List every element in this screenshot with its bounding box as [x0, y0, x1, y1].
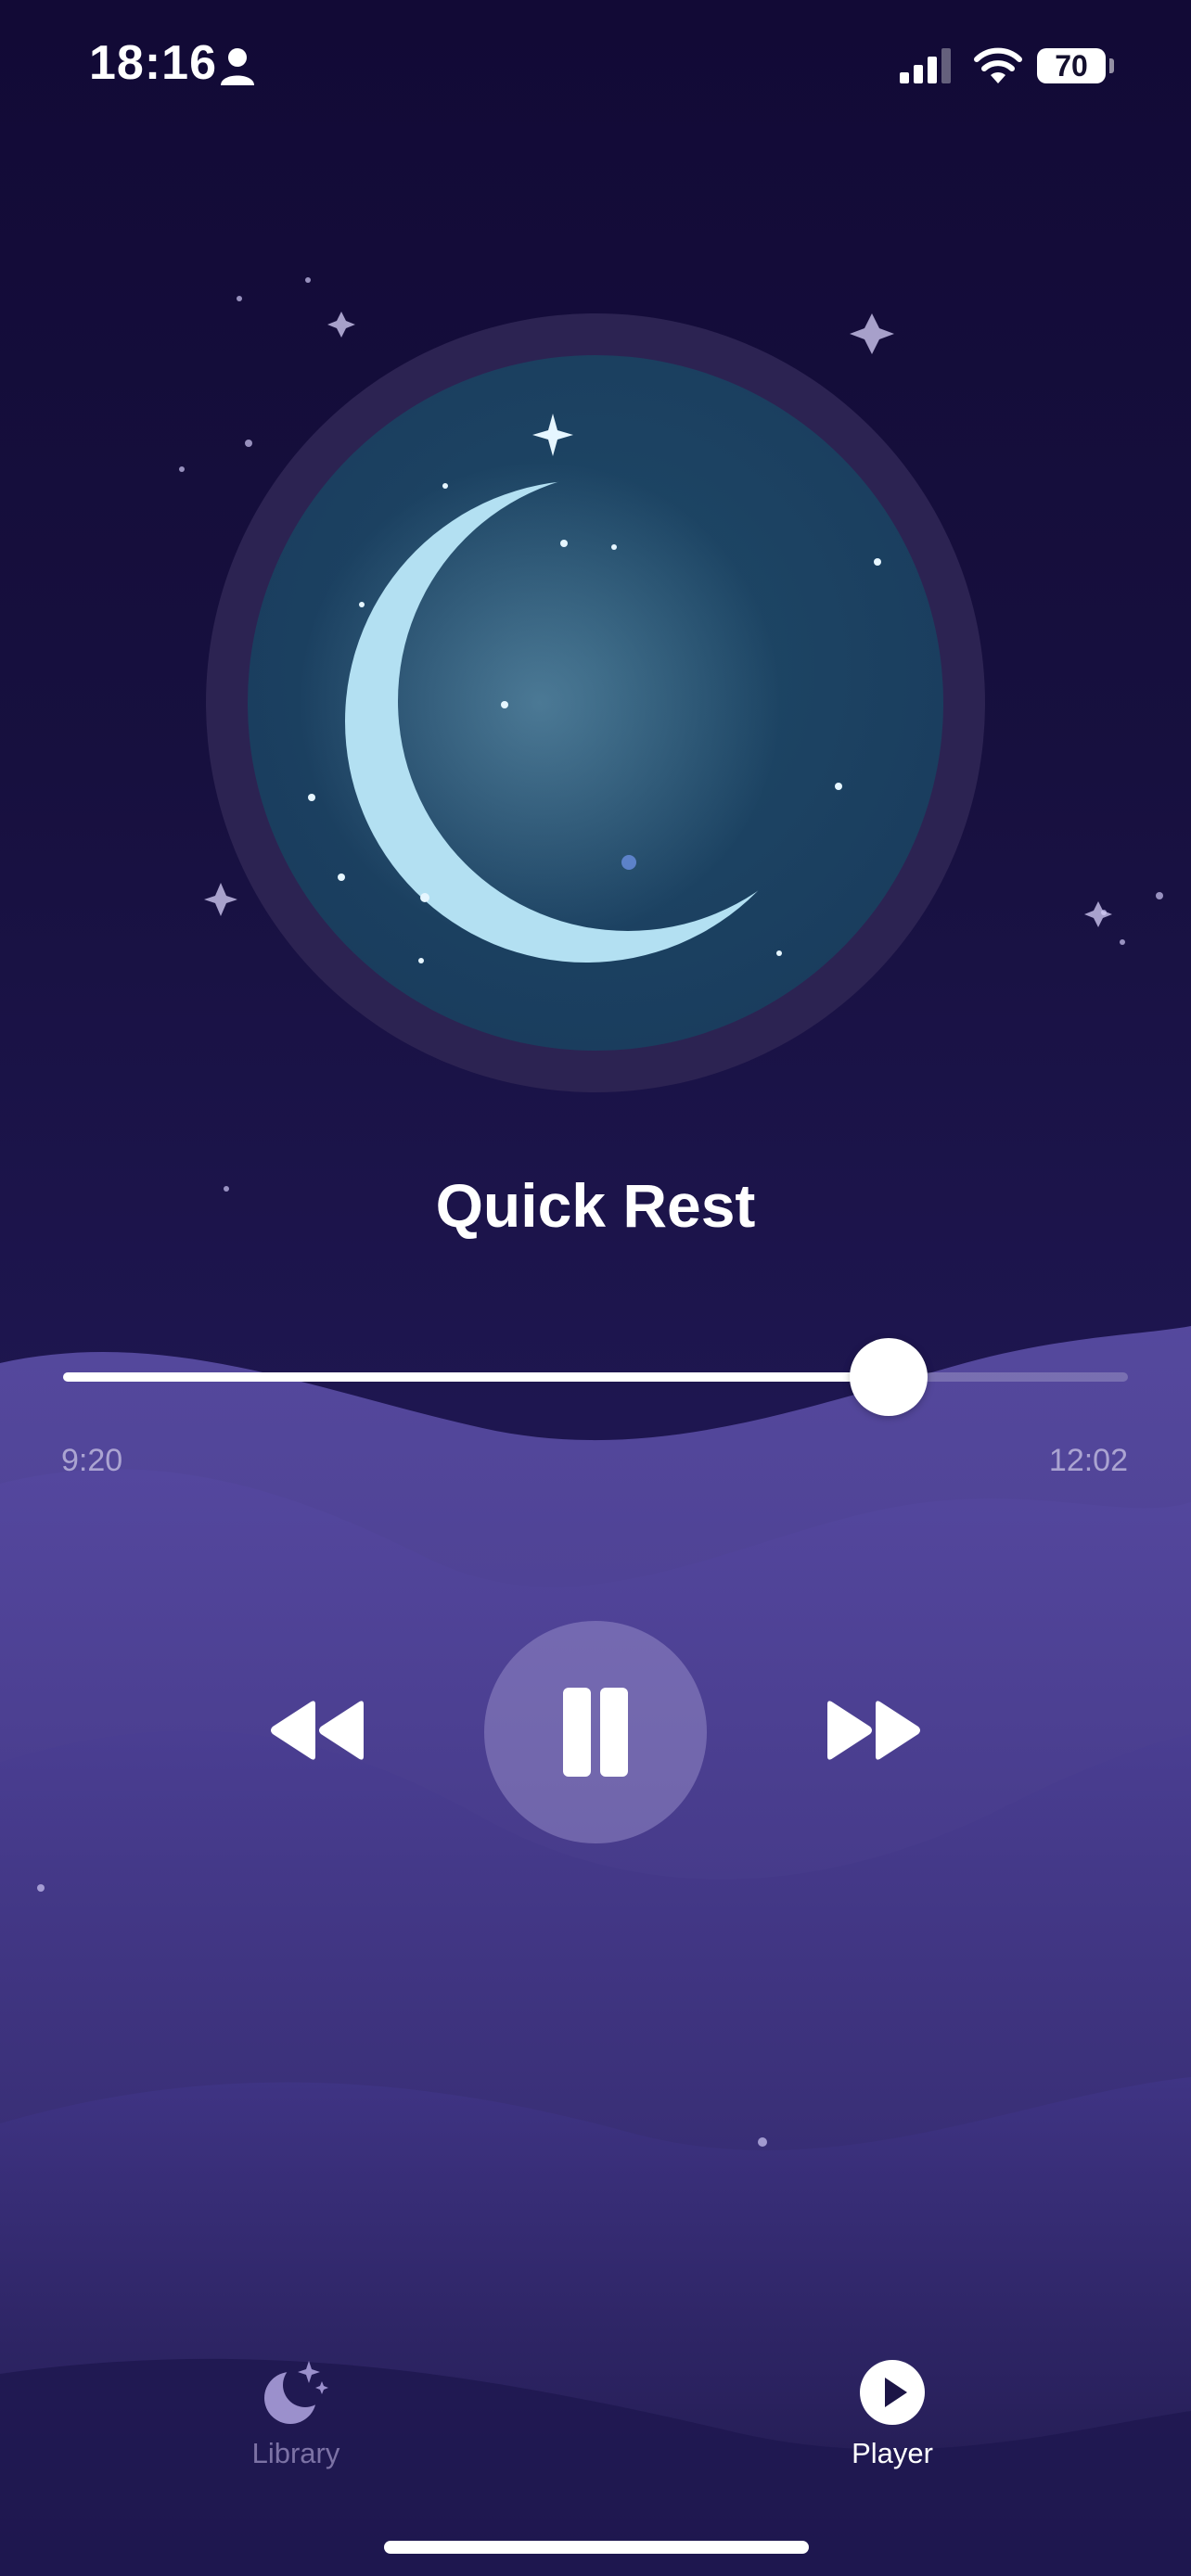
pause-icon-left-bar: [563, 1688, 591, 1777]
play-circle-icon: [860, 2360, 925, 2425]
tab-library[interactable]: Library: [203, 2355, 389, 2485]
player-screen: 18:16 70 Quick Rest 9:20 12:02 Library P…: [0, 0, 1191, 2576]
progress-fill: [63, 1372, 889, 1382]
person-icon: [221, 48, 254, 85]
battery-indicator: 70: [1037, 48, 1106, 83]
tab-player[interactable]: Player: [800, 2355, 985, 2485]
play-pause-button[interactable]: [484, 1621, 707, 1843]
status-time: 18:16: [89, 36, 217, 90]
battery-level: 70: [1055, 49, 1088, 83]
rewind-icon: [271, 1701, 364, 1760]
progress-slider[interactable]: [63, 1338, 1128, 1416]
wifi-icon: [974, 47, 1022, 83]
status-bar: 18:16 70: [0, 0, 1191, 130]
fast-forward-button[interactable]: [822, 1693, 926, 1767]
rewind-button[interactable]: [265, 1693, 369, 1767]
tab-player-label: Player: [852, 2437, 933, 2469]
moon-stars-icon: [263, 2359, 329, 2426]
home-indicator[interactable]: [384, 2541, 809, 2554]
cellular-signal-icon: [900, 48, 951, 83]
tab-library-label: Library: [251, 2437, 340, 2469]
battery-cap: [1109, 58, 1114, 73]
progress-thumb[interactable]: [849, 1338, 928, 1416]
total-time: 12:02: [1048, 1443, 1128, 1478]
album-artwork: [206, 313, 985, 1092]
fast-forward-icon: [827, 1701, 920, 1760]
elapsed-time: 9:20: [61, 1443, 123, 1478]
pause-icon-right-bar: [600, 1688, 628, 1777]
track-title: Quick Rest: [435, 1171, 756, 1240]
